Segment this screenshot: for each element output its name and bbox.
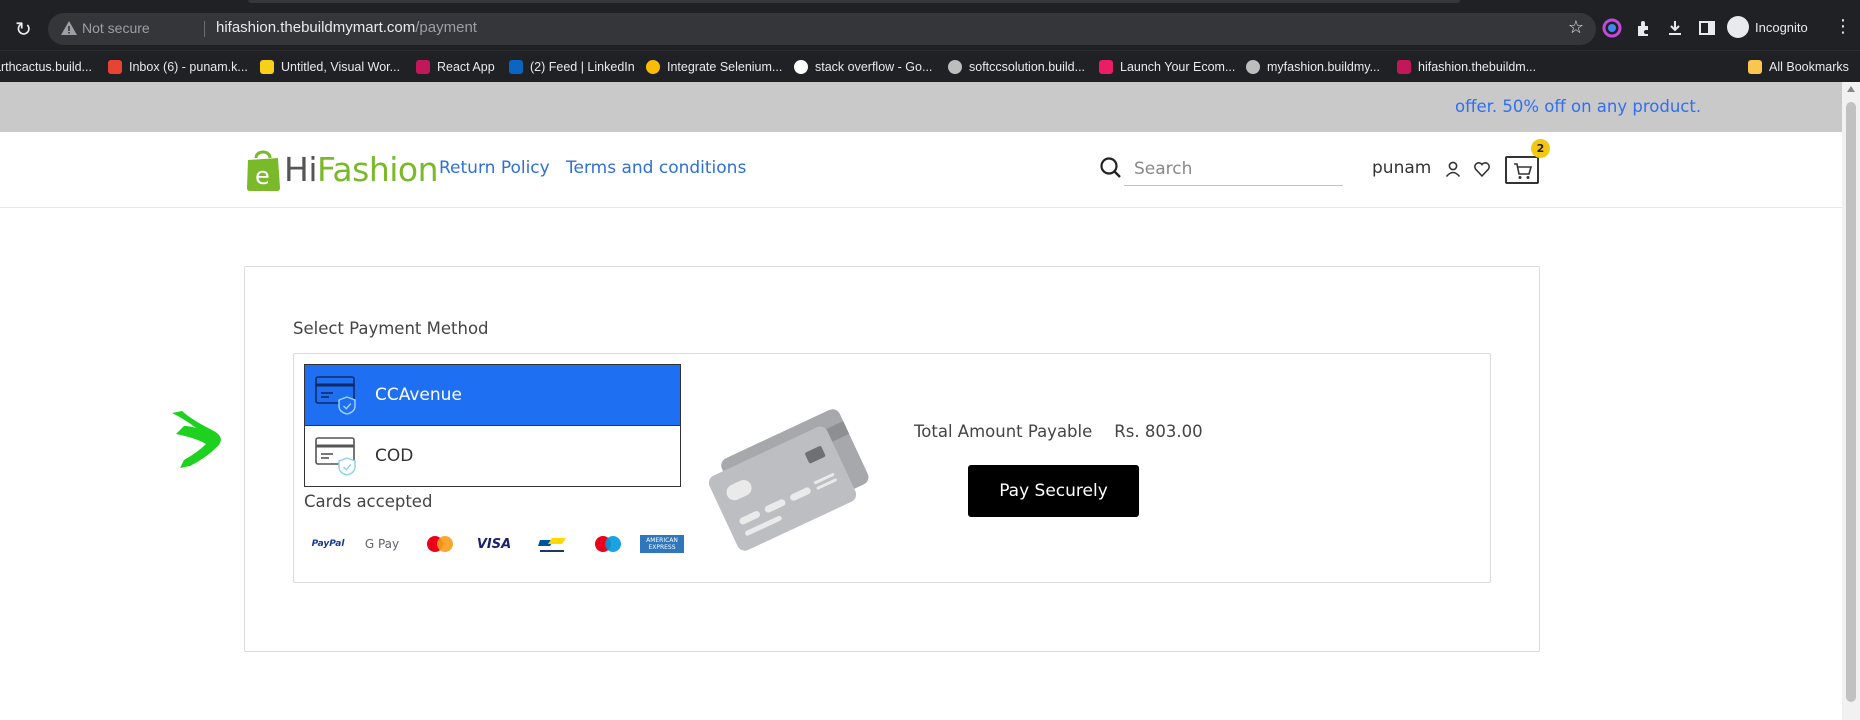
search-box <box>1100 152 1343 186</box>
bookmarks-bar: arthcactus.build... Inbox (6) - punam.k.… <box>0 50 1860 82</box>
total-amount-row: Total Amount Payable Rs. 803.00 <box>914 422 1203 441</box>
bancontact-icon <box>538 538 566 552</box>
gmail-icon <box>108 60 122 74</box>
cart-icon <box>1514 163 1533 179</box>
all-bookmarks[interactable]: All Bookmarks <box>1748 56 1849 78</box>
active-tab-edge <box>248 0 1460 3</box>
payment-card: Select Payment Method CCAvenue COD Cards… <box>244 266 1540 652</box>
scroll-up-icon[interactable] <box>1847 86 1855 92</box>
username[interactable]: punam <box>1372 158 1431 178</box>
globe-icon <box>1246 60 1260 74</box>
offer-banner: offer. 50% off on any product. <box>0 82 1842 132</box>
react-app-icon <box>416 60 430 74</box>
user-icon[interactable] <box>1444 160 1462 178</box>
reload-icon[interactable]: ↻ <box>15 18 37 40</box>
payment-panel: CCAvenue COD Cards accepted PayPal G Pay <box>293 353 1491 583</box>
card-shield-icon <box>315 376 356 415</box>
browser-toolbar: ↻ Not secure hifashion.thebuildmymart.co… <box>0 0 1860 50</box>
folder-icon <box>1748 60 1762 74</box>
incognito-label: Incognito <box>1755 19 1808 35</box>
store-icon <box>1099 60 1113 74</box>
side-panel-icon[interactable] <box>1697 18 1717 38</box>
bookmark-item[interactable]: softccsolution.build... <box>948 56 1085 78</box>
accepted-brands: PayPal G Pay VISA AMERICAN EXPRESS <box>304 530 684 558</box>
green-arrow-annotation <box>172 411 221 468</box>
security-label[interactable]: Not secure <box>82 20 150 36</box>
payment-option-cod[interactable]: COD <box>304 425 681 487</box>
card-shield-icon <box>315 437 356 476</box>
warning-icon[interactable] <box>60 19 78 37</box>
bookmark-item[interactable]: Untitled, Visual Wor... <box>260 56 400 78</box>
url-text[interactable]: hifashion.thebuildmymart.com/payment <box>216 19 477 36</box>
maestro-icon <box>595 536 621 552</box>
site-logo[interactable]: e HiFashion <box>244 146 439 192</box>
bookmark-item[interactable]: arthcactus.build... <box>0 56 92 78</box>
bookmark-item[interactable]: hifashion.thebuildm... <box>1397 56 1536 78</box>
nav-return-policy[interactable]: Return Policy <box>439 158 550 178</box>
credit-cards-illustration <box>708 409 869 551</box>
chrome-icon <box>646 60 660 74</box>
cards-accepted-label: Cards accepted <box>304 492 433 511</box>
total-label: Total Amount Payable <box>914 422 1093 441</box>
page-scrollbar[interactable] <box>1842 82 1860 720</box>
paypal-icon: PayPal <box>311 539 345 549</box>
payment-title: Select Payment Method <box>293 319 489 338</box>
download-icon[interactable] <box>1665 18 1685 38</box>
payment-option-label: COD <box>375 446 414 466</box>
shopping-bag-logo-icon: e <box>247 150 280 191</box>
google-icon <box>794 60 808 74</box>
miro-icon <box>260 60 274 74</box>
payment-option-label: CCAvenue <box>375 385 462 405</box>
store-icon <box>1397 60 1411 74</box>
search-icon[interactable] <box>1100 156 1122 180</box>
scrollbar-thumb[interactable] <box>1846 102 1856 702</box>
color-extension-icon[interactable] <box>1602 18 1622 38</box>
logo-text: HiFashion <box>284 149 439 189</box>
heart-icon[interactable] <box>1473 160 1491 178</box>
nav-terms-conditions[interactable]: Terms and conditions <box>566 158 746 178</box>
url-path: /payment <box>415 19 477 36</box>
payment-option-ccavenue[interactable]: CCAvenue <box>304 364 681 426</box>
bookmark-item[interactable]: stack overflow - Go... <box>794 56 932 78</box>
amex-icon: AMERICAN EXPRESS <box>640 530 684 558</box>
linkedin-icon <box>509 60 523 74</box>
bookmark-item[interactable]: Integrate Selenium... <box>646 56 782 78</box>
search-input[interactable] <box>1124 152 1343 186</box>
bookmark-item[interactable]: Inbox (6) - punam.k... <box>108 56 248 78</box>
incognito-profile[interactable]: Incognito <box>1727 16 1808 38</box>
offer-text: offer. 50% off on any product. <box>1455 97 1702 116</box>
bookmark-item[interactable]: React App <box>416 56 495 78</box>
gpay-icon: G Pay <box>364 537 400 551</box>
cart-count-badge: 2 <box>1531 139 1550 158</box>
visa-icon: VISA <box>476 536 512 552</box>
cart-button[interactable]: 2 <box>1505 139 1550 184</box>
incognito-icon <box>1727 16 1749 38</box>
mastercard-icon <box>427 536 453 552</box>
globe-icon <box>948 60 962 74</box>
browser-menu-icon[interactable]: ⋮ <box>1834 17 1852 37</box>
bookmark-star-icon[interactable]: ☆ <box>1568 17 1584 38</box>
pay-securely-button[interactable]: Pay Securely <box>968 465 1139 517</box>
bookmark-item[interactable]: (2) Feed | LinkedIn <box>509 56 635 78</box>
address-bar[interactable]: Not secure hifashion.thebuildmymart.com/… <box>48 13 1596 45</box>
bookmark-item[interactable]: Launch Your Ecom... <box>1099 56 1235 78</box>
url-host: hifashion.thebuildmymart.com <box>216 19 416 36</box>
extensions-puzzle-icon[interactable] <box>1634 18 1654 38</box>
address-divider <box>204 21 205 37</box>
site-header: e HiFashion Return Policy Terms and cond… <box>0 132 1842 208</box>
total-amount: Rs. 803.00 <box>1114 422 1203 441</box>
svg-text:e: e <box>255 162 270 190</box>
bookmark-item[interactable]: myfashion.buildmy... <box>1246 56 1380 78</box>
